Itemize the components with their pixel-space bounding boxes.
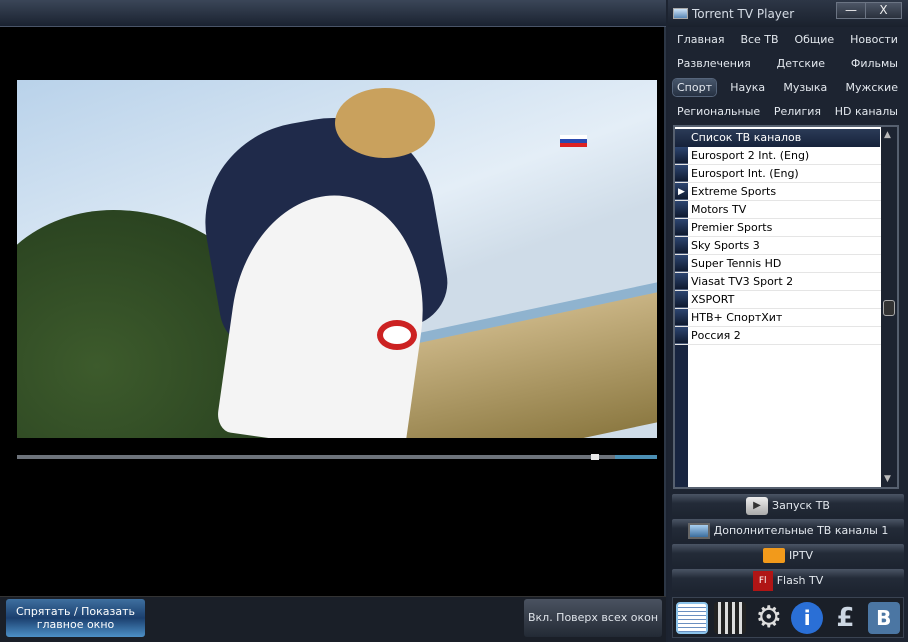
- scroll-up-icon[interactable]: ▲: [884, 130, 891, 140]
- channel-name: Sky Sports 3: [691, 239, 760, 252]
- vlc-folder-icon: [762, 548, 785, 563]
- channel-list-item[interactable]: ▶ Extreme Sports: [675, 183, 883, 201]
- row-marker: [675, 237, 688, 254]
- hide-show-main-window-button[interactable]: Спрятать / Показать главное окно: [6, 599, 145, 637]
- tv-app-icon: [673, 8, 688, 19]
- video-surfer-head: [335, 88, 435, 158]
- channel-name: Motors TV: [691, 203, 747, 216]
- player-top-bar: [0, 0, 666, 27]
- row-marker: [675, 255, 688, 272]
- channel-name: Super Tennis HD: [691, 257, 782, 270]
- player-pane: Спрятать / Показать главное окно Вкл. По…: [0, 0, 666, 642]
- pound-icon[interactable]: £: [829, 602, 861, 634]
- row-marker: [675, 273, 688, 290]
- channel-list-item[interactable]: Россия 2: [675, 327, 883, 345]
- channel-name: Premier Sports: [691, 221, 773, 234]
- channel-list-header: Список ТВ каналов: [675, 129, 880, 147]
- tab-category[interactable]: Новости: [846, 31, 902, 48]
- category-row: Региональные Религия HD каналы: [668, 99, 908, 123]
- category-row: Главная Все ТВ Общие Новости: [668, 27, 908, 51]
- row-marker: [675, 201, 688, 218]
- channel-flag-icon: [560, 135, 587, 147]
- video-logo: [377, 320, 417, 350]
- channel-list[interactable]: Список ТВ каналов Eurosport 2 Int. (Eng)…: [673, 125, 899, 489]
- play-icon: ▶: [746, 496, 769, 515]
- tab-category[interactable]: Детские: [773, 55, 829, 72]
- title-bar: Torrent TV Player — X: [668, 0, 908, 27]
- tab-category[interactable]: Главная: [673, 31, 729, 48]
- clapperboard-icon[interactable]: [714, 601, 747, 634]
- channel-list-item[interactable]: Super Tennis HD: [675, 255, 883, 273]
- scroll-down-icon[interactable]: ▼: [884, 474, 891, 484]
- row-marker: [675, 327, 688, 344]
- channel-name: Eurosport Int. (Eng): [691, 167, 799, 180]
- minimize-button[interactable]: —: [836, 2, 866, 19]
- channel-list-item[interactable]: Viasat TV3 Sport 2: [675, 273, 883, 291]
- row-marker: [675, 165, 688, 182]
- control-panel: Torrent TV Player — X Главная Все ТВ Общие…: [668, 0, 908, 642]
- start-tv-button[interactable]: ▶ Запуск ТВ: [672, 494, 904, 517]
- extra-channels-button[interactable]: Дополнительные ТВ каналы 1: [672, 519, 904, 542]
- tab-category[interactable]: Музыка: [779, 79, 831, 96]
- tab-category[interactable]: Все ТВ: [736, 31, 782, 48]
- list-scrollbar[interactable]: ▲ ▼: [881, 127, 897, 487]
- video-frame[interactable]: [17, 80, 657, 438]
- player-bottom-bar: Спрятать / Показать главное окно Вкл. По…: [0, 596, 666, 642]
- channel-name: Россия 2: [691, 329, 741, 342]
- row-marker: [675, 291, 688, 308]
- category-row: Развлечения Детские Фильмы: [668, 51, 908, 75]
- channel-list-item[interactable]: НТВ+ СпортХит: [675, 309, 883, 327]
- channel-name: НТВ+ СпортХит: [691, 311, 783, 324]
- vk-icon[interactable]: B: [867, 601, 900, 634]
- tab-category[interactable]: HD каналы: [831, 103, 902, 120]
- tab-category[interactable]: Общие: [790, 31, 838, 48]
- row-marker: [675, 147, 688, 164]
- iptv-button[interactable]: IPTV: [672, 544, 904, 567]
- tab-category[interactable]: Региональные: [673, 103, 764, 120]
- tab-category[interactable]: Наука: [726, 79, 769, 96]
- channel-name: Extreme Sports: [691, 185, 777, 198]
- button-label: Спрятать / Показать: [15, 605, 136, 618]
- channel-name: XSPORT: [691, 293, 735, 306]
- row-marker: ▶: [675, 183, 688, 200]
- scroll-thumb[interactable]: [883, 300, 895, 316]
- tab-category[interactable]: Фильмы: [847, 55, 902, 72]
- category-tabs: Главная Все ТВ Общие Новости Развлечения Детс…: [668, 27, 908, 123]
- button-label: Flash TV: [776, 574, 824, 587]
- progress-remaining: [614, 455, 657, 459]
- button-label: Запуск ТВ: [772, 499, 830, 512]
- playback-progress-bar[interactable]: [17, 454, 657, 460]
- toolbar: ⚙ i £ B: [672, 597, 904, 638]
- channel-name: Eurosport 2 Int. (Eng): [691, 149, 810, 162]
- button-label: Дополнительные ТВ каналы 1: [713, 524, 889, 537]
- channel-rows: Eurosport 2 Int. (Eng) Eurosport Int. (En…: [675, 147, 883, 345]
- tab-category[interactable]: Развлечения: [673, 55, 755, 72]
- tab-category[interactable]: Религия: [770, 103, 825, 120]
- channel-list-item[interactable]: Sky Sports 3: [675, 237, 883, 255]
- channel-list-item[interactable]: Motors TV: [675, 201, 883, 219]
- progress-thumb[interactable]: [590, 454, 599, 460]
- channel-list-item[interactable]: XSPORT: [675, 291, 883, 309]
- row-marker: [675, 219, 688, 236]
- close-button[interactable]: X: [865, 2, 902, 19]
- tab-category[interactable]: Мужские: [841, 79, 902, 96]
- always-on-top-button[interactable]: Вкл. Поверх всех окон: [524, 599, 662, 637]
- button-label: главное окно: [36, 618, 115, 631]
- list-icon[interactable]: [676, 601, 709, 634]
- row-marker: [675, 309, 688, 326]
- channel-name: Viasat TV3 Sport 2: [691, 275, 794, 288]
- current-row-arrow-icon: ▶: [678, 187, 685, 197]
- tab-category[interactable]: Спорт: [673, 78, 716, 96]
- info-icon[interactable]: i: [791, 601, 824, 634]
- flash-tv-button[interactable]: Fl Flash TV: [672, 569, 904, 592]
- channel-list-item[interactable]: Eurosport Int. (Eng): [675, 165, 883, 183]
- channel-list-item[interactable]: Eurosport 2 Int. (Eng): [675, 147, 883, 165]
- window-title: Torrent TV Player: [692, 7, 795, 21]
- channel-list-item[interactable]: Premier Sports: [675, 219, 883, 237]
- category-row: Спорт Наука Музыка Мужские: [668, 75, 908, 99]
- gear-icon[interactable]: ⚙: [753, 600, 785, 635]
- button-label: IPTV: [788, 549, 814, 562]
- monitor-icon: [687, 522, 710, 539]
- flash-icon: Fl: [752, 570, 773, 591]
